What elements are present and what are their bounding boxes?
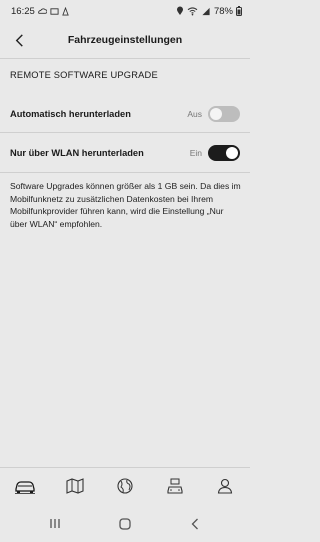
car-service-icon — [167, 478, 183, 494]
toggle-state-label: Aus — [187, 109, 202, 119]
setting-label: Nur über WLAN herunterladen — [10, 148, 144, 158]
location-icon — [176, 6, 184, 16]
setting-row-wlan-only: Nur über WLAN herunterladen Ein — [10, 140, 240, 166]
auto-download-toggle[interactable] — [208, 106, 240, 122]
chevron-left-icon — [15, 33, 23, 47]
tab-map[interactable] — [60, 471, 90, 501]
tab-bar — [0, 468, 250, 504]
battery-icon — [236, 6, 242, 16]
globe-icon — [117, 478, 133, 494]
header-divider — [0, 58, 250, 59]
recents-button[interactable] — [40, 511, 70, 537]
recents-icon — [50, 519, 60, 528]
tab-service[interactable] — [160, 471, 190, 501]
status-bar: 16:25 78% — [0, 0, 250, 22]
alert-icon — [62, 6, 69, 16]
home-button[interactable] — [110, 511, 140, 537]
status-time: 16:25 — [11, 5, 35, 17]
toggle-knob — [210, 108, 222, 120]
tab-vehicle[interactable] — [10, 471, 40, 501]
section-title: REMOTE SOFTWARE UPGRADE — [10, 70, 158, 80]
tab-profile[interactable] — [210, 471, 240, 501]
system-back-button[interactable] — [180, 511, 210, 537]
car-icon — [15, 481, 35, 494]
map-icon — [66, 478, 84, 494]
app-header: Fahrzeugeinstellungen — [0, 22, 250, 58]
description-text: Software Upgrades können größer als 1 GB… — [10, 181, 241, 229]
page-title: Fahrzeugeinstellungen — [67, 34, 183, 46]
wifi-icon — [187, 6, 198, 16]
system-nav-bar — [0, 505, 250, 542]
notification-icon — [50, 7, 59, 16]
row-divider — [0, 172, 250, 173]
toggle-knob — [226, 147, 238, 159]
row-divider — [0, 132, 250, 133]
signal-icon — [201, 7, 211, 16]
battery-percentage: 78% — [213, 5, 233, 17]
toggle-state-label: Ein — [189, 148, 202, 158]
setting-label: Automatisch herunterladen — [10, 109, 131, 119]
back-icon — [191, 518, 198, 529]
back-button[interactable] — [9, 30, 29, 50]
wlan-only-toggle[interactable] — [208, 145, 240, 161]
tab-explore[interactable] — [110, 471, 140, 501]
weather-icon — [37, 7, 47, 16]
profile-icon — [217, 478, 233, 494]
home-icon — [119, 517, 131, 530]
setting-row-auto-download: Automatisch herunterladen Aus — [10, 101, 240, 127]
